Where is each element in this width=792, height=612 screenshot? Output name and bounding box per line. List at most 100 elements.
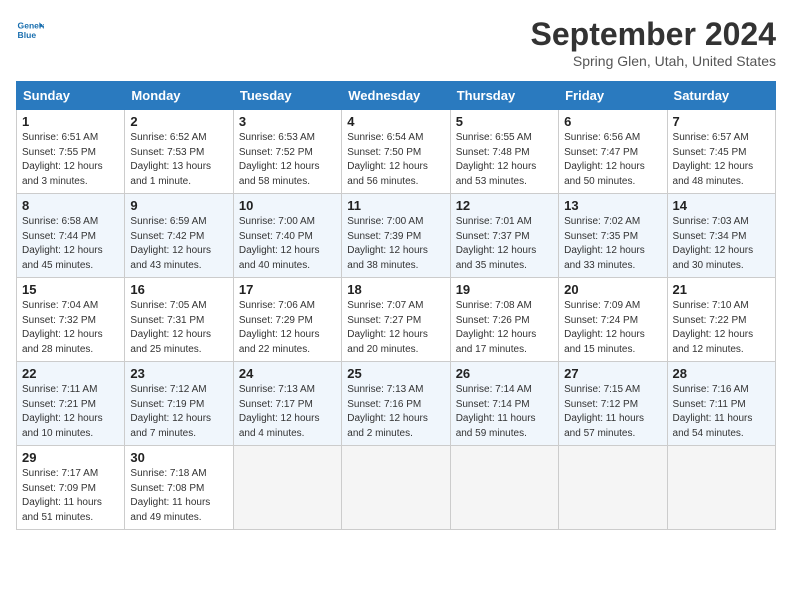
day-number: 14 [673,198,770,213]
day-info: Sunrise: 7:03 AM Sunset: 7:34 PM Dayligh… [673,215,770,273]
day-number: 5 [456,114,553,129]
calendar-cell: 25 Sunrise: 7:13 AM Sunset: 7:16 PM Dayl… [342,362,450,446]
day-info: Sunrise: 7:01 AM Sunset: 7:37 PM Dayligh… [456,215,553,273]
day-info: Sunrise: 7:18 AM Sunset: 7:08 PM Dayligh… [130,467,227,525]
day-info: Sunrise: 7:06 AM Sunset: 7:29 PM Dayligh… [239,299,336,357]
day-info: Sunrise: 7:00 AM Sunset: 7:39 PM Dayligh… [347,215,444,273]
calendar-cell: 6 Sunrise: 6:56 AM Sunset: 7:47 PM Dayli… [559,110,667,194]
calendar-cell [450,446,558,530]
day-number: 3 [239,114,336,129]
day-number: 22 [22,366,119,381]
day-info: Sunrise: 7:07 AM Sunset: 7:27 PM Dayligh… [347,299,444,357]
calendar-week-row: 22 Sunrise: 7:11 AM Sunset: 7:21 PM Dayl… [17,362,776,446]
day-number: 12 [456,198,553,213]
day-number: 21 [673,282,770,297]
calendar-cell: 8 Sunrise: 6:58 AM Sunset: 7:44 PM Dayli… [17,194,125,278]
day-number: 2 [130,114,227,129]
calendar-cell: 13 Sunrise: 7:02 AM Sunset: 7:35 PM Dayl… [559,194,667,278]
calendar-title: September 2024 [531,16,776,53]
header-row: SundayMondayTuesdayWednesdayThursdayFrid… [17,82,776,110]
day-number: 6 [564,114,661,129]
day-number: 28 [673,366,770,381]
calendar-cell: 2 Sunrise: 6:52 AM Sunset: 7:53 PM Dayli… [125,110,233,194]
calendar-cell: 1 Sunrise: 6:51 AM Sunset: 7:55 PM Dayli… [17,110,125,194]
day-number: 1 [22,114,119,129]
day-info: Sunrise: 6:57 AM Sunset: 7:45 PM Dayligh… [673,131,770,189]
day-number: 29 [22,450,119,465]
day-number: 15 [22,282,119,297]
calendar-cell: 10 Sunrise: 7:00 AM Sunset: 7:40 PM Dayl… [233,194,341,278]
calendar-week-row: 1 Sunrise: 6:51 AM Sunset: 7:55 PM Dayli… [17,110,776,194]
calendar-cell: 14 Sunrise: 7:03 AM Sunset: 7:34 PM Dayl… [667,194,775,278]
day-number: 17 [239,282,336,297]
calendar-cell: 27 Sunrise: 7:15 AM Sunset: 7:12 PM Dayl… [559,362,667,446]
calendar-cell: 16 Sunrise: 7:05 AM Sunset: 7:31 PM Dayl… [125,278,233,362]
calendar-cell [233,446,341,530]
svg-text:Blue: Blue [18,30,37,40]
day-number: 27 [564,366,661,381]
day-info: Sunrise: 7:02 AM Sunset: 7:35 PM Dayligh… [564,215,661,273]
day-number: 13 [564,198,661,213]
day-number: 4 [347,114,444,129]
day-info: Sunrise: 6:51 AM Sunset: 7:55 PM Dayligh… [22,131,119,189]
column-header-monday: Monday [125,82,233,110]
calendar-cell: 7 Sunrise: 6:57 AM Sunset: 7:45 PM Dayli… [667,110,775,194]
day-info: Sunrise: 6:55 AM Sunset: 7:48 PM Dayligh… [456,131,553,189]
day-info: Sunrise: 7:13 AM Sunset: 7:17 PM Dayligh… [239,383,336,441]
day-number: 20 [564,282,661,297]
day-info: Sunrise: 7:09 AM Sunset: 7:24 PM Dayligh… [564,299,661,357]
calendar-week-row: 15 Sunrise: 7:04 AM Sunset: 7:32 PM Dayl… [17,278,776,362]
calendar-cell: 19 Sunrise: 7:08 AM Sunset: 7:26 PM Dayl… [450,278,558,362]
day-number: 10 [239,198,336,213]
day-info: Sunrise: 6:59 AM Sunset: 7:42 PM Dayligh… [130,215,227,273]
column-header-friday: Friday [559,82,667,110]
day-number: 24 [239,366,336,381]
day-info: Sunrise: 7:12 AM Sunset: 7:19 PM Dayligh… [130,383,227,441]
calendar-cell: 24 Sunrise: 7:13 AM Sunset: 7:17 PM Dayl… [233,362,341,446]
calendar-cell: 22 Sunrise: 7:11 AM Sunset: 7:21 PM Dayl… [17,362,125,446]
day-info: Sunrise: 7:08 AM Sunset: 7:26 PM Dayligh… [456,299,553,357]
column-header-saturday: Saturday [667,82,775,110]
calendar-cell [667,446,775,530]
day-info: Sunrise: 7:16 AM Sunset: 7:11 PM Dayligh… [673,383,770,441]
column-header-sunday: Sunday [17,82,125,110]
day-info: Sunrise: 7:17 AM Sunset: 7:09 PM Dayligh… [22,467,119,525]
calendar-cell: 30 Sunrise: 7:18 AM Sunset: 7:08 PM Dayl… [125,446,233,530]
day-number: 19 [456,282,553,297]
calendar-week-row: 29 Sunrise: 7:17 AM Sunset: 7:09 PM Dayl… [17,446,776,530]
day-info: Sunrise: 6:56 AM Sunset: 7:47 PM Dayligh… [564,131,661,189]
calendar-cell: 9 Sunrise: 6:59 AM Sunset: 7:42 PM Dayli… [125,194,233,278]
logo: General Blue [16,16,44,44]
calendar-cell: 18 Sunrise: 7:07 AM Sunset: 7:27 PM Dayl… [342,278,450,362]
calendar-cell: 5 Sunrise: 6:55 AM Sunset: 7:48 PM Dayli… [450,110,558,194]
day-info: Sunrise: 7:10 AM Sunset: 7:22 PM Dayligh… [673,299,770,357]
calendar-week-row: 8 Sunrise: 6:58 AM Sunset: 7:44 PM Dayli… [17,194,776,278]
day-info: Sunrise: 7:04 AM Sunset: 7:32 PM Dayligh… [22,299,119,357]
calendar-cell: 12 Sunrise: 7:01 AM Sunset: 7:37 PM Dayl… [450,194,558,278]
day-info: Sunrise: 7:14 AM Sunset: 7:14 PM Dayligh… [456,383,553,441]
day-number: 23 [130,366,227,381]
day-info: Sunrise: 7:13 AM Sunset: 7:16 PM Dayligh… [347,383,444,441]
day-number: 26 [456,366,553,381]
calendar-cell [559,446,667,530]
column-header-thursday: Thursday [450,82,558,110]
day-info: Sunrise: 7:15 AM Sunset: 7:12 PM Dayligh… [564,383,661,441]
day-number: 9 [130,198,227,213]
day-info: Sunrise: 7:00 AM Sunset: 7:40 PM Dayligh… [239,215,336,273]
calendar-cell: 28 Sunrise: 7:16 AM Sunset: 7:11 PM Dayl… [667,362,775,446]
day-number: 25 [347,366,444,381]
page-header: General Blue September 2024 Spring Glen,… [16,16,776,69]
day-info: Sunrise: 7:05 AM Sunset: 7:31 PM Dayligh… [130,299,227,357]
day-number: 7 [673,114,770,129]
calendar-cell: 15 Sunrise: 7:04 AM Sunset: 7:32 PM Dayl… [17,278,125,362]
title-block: September 2024 Spring Glen, Utah, United… [531,16,776,69]
day-number: 16 [130,282,227,297]
calendar-cell: 23 Sunrise: 7:12 AM Sunset: 7:19 PM Dayl… [125,362,233,446]
calendar-cell: 3 Sunrise: 6:53 AM Sunset: 7:52 PM Dayli… [233,110,341,194]
day-number: 11 [347,198,444,213]
calendar-cell: 4 Sunrise: 6:54 AM Sunset: 7:50 PM Dayli… [342,110,450,194]
calendar-cell: 21 Sunrise: 7:10 AM Sunset: 7:22 PM Dayl… [667,278,775,362]
calendar-cell [342,446,450,530]
calendar-cell: 11 Sunrise: 7:00 AM Sunset: 7:39 PM Dayl… [342,194,450,278]
calendar-table: SundayMondayTuesdayWednesdayThursdayFrid… [16,81,776,530]
